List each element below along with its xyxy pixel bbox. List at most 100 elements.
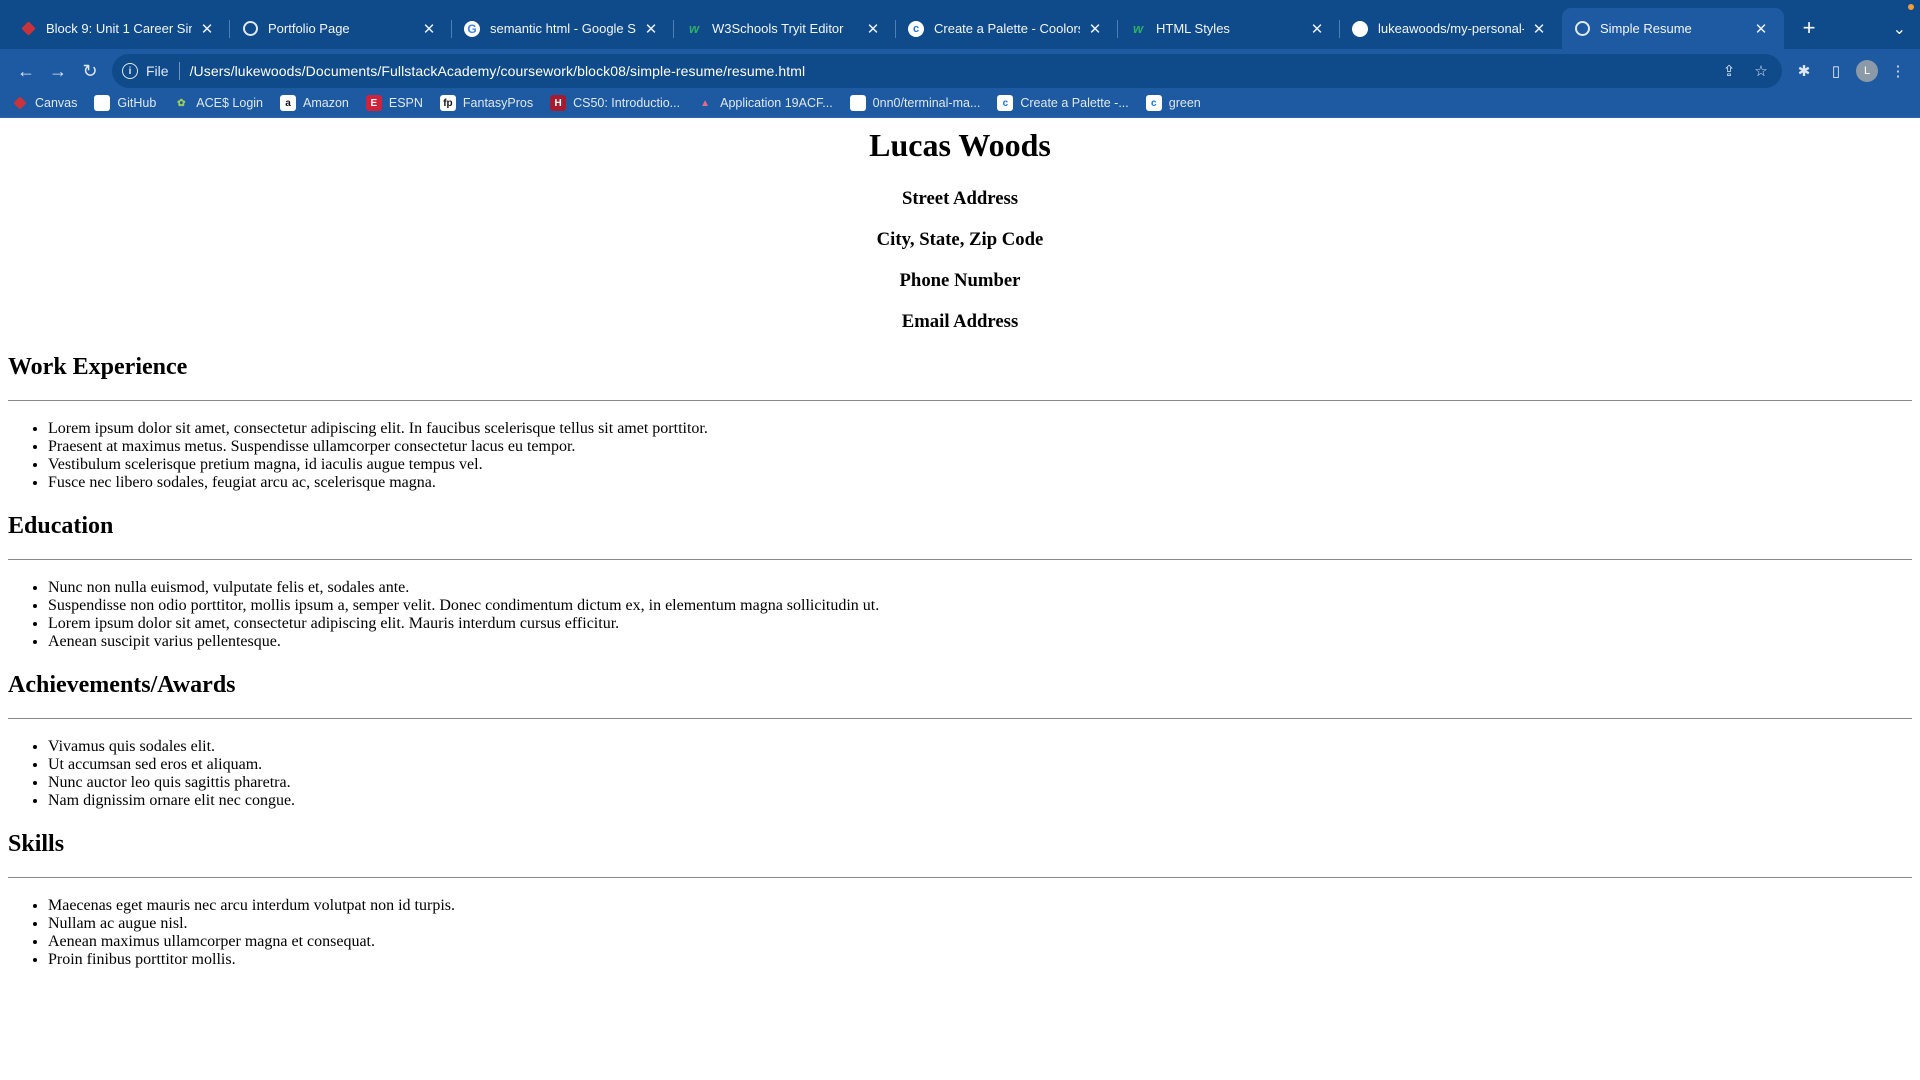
bookmarks-bar: Canvas GitHub ✿ ACE$ Login a Amazon E ES… xyxy=(0,93,1920,118)
share-icon[interactable]: ⇪ xyxy=(1718,62,1740,80)
globe-icon xyxy=(242,21,258,37)
tab-title: semantic html - Google Sea xyxy=(490,21,636,36)
close-icon[interactable]: ✕ xyxy=(1308,20,1326,38)
bookmark-label: ACE$ Login xyxy=(196,96,264,110)
bookmark-label: Amazon xyxy=(303,96,349,110)
globe-icon xyxy=(1574,21,1590,37)
list-item: Lorem ipsum dolor sit amet, consectetur … xyxy=(48,615,1912,633)
close-icon[interactable]: ✕ xyxy=(642,20,660,38)
back-arrow-icon[interactable]: ← xyxy=(10,55,42,87)
amazon-icon: a xyxy=(280,95,297,111)
list-item: Vivamus quis sodales elit. xyxy=(48,738,1912,756)
section-list: Maecenas eget mauris nec arcu interdum v… xyxy=(8,897,1912,969)
info-icon[interactable]: i xyxy=(122,63,138,79)
tab-career-simulation[interactable]: Block 9: Unit 1 Career Simu ✕ xyxy=(8,8,230,49)
bookmark-terminal-repo[interactable]: 0nn0/terminal-ma... xyxy=(849,95,981,111)
tab-google-search[interactable]: G semantic html - Google Sea ✕ xyxy=(452,8,674,49)
bookmark-create-palette[interactable]: c Create a Palette -... xyxy=(997,95,1129,111)
tab-title: W3Schools Tryit Editor xyxy=(712,21,844,36)
section-divider xyxy=(8,718,1912,719)
section-skills: Skills Maecenas eget mauris nec arcu int… xyxy=(8,830,1912,969)
bookmark-label: GitHub xyxy=(117,96,157,110)
url-text[interactable]: /Users/lukewoods/Documents/FullstackAcad… xyxy=(190,63,1708,79)
list-item: Aenean maximus ullamcorper magna et cons… xyxy=(48,933,1912,951)
list-item: Fusce nec libero sodales, feugiat arcu a… xyxy=(48,474,1912,492)
contact-phone: Phone Number xyxy=(899,270,1021,291)
github-icon xyxy=(849,95,866,111)
bookmark-espn[interactable]: E ESPN xyxy=(365,95,423,111)
bookmark-label: FantasyPros xyxy=(462,96,534,110)
w3schools-icon: w xyxy=(688,21,700,36)
new-tab-button[interactable]: + xyxy=(1792,11,1826,45)
forward-arrow-icon[interactable]: → xyxy=(42,55,74,87)
contact-city-state-zip: City, State, Zip Code xyxy=(876,229,1044,250)
tab-title: Portfolio Page xyxy=(268,21,350,36)
bookmark-amazon[interactable]: a Amazon xyxy=(280,95,349,111)
canvas-icon xyxy=(20,21,36,37)
bookmark-green[interactable]: c green xyxy=(1145,95,1201,111)
more-menu-icon[interactable]: ⋮ xyxy=(1886,59,1910,83)
close-icon[interactable]: ✕ xyxy=(1530,20,1548,38)
coolors-icon: c xyxy=(1145,95,1162,111)
section-divider xyxy=(8,559,1912,560)
address-bar[interactable]: i File /Users/lukewoods/Documents/Fullst… xyxy=(112,54,1782,88)
close-icon[interactable]: ✕ xyxy=(1752,20,1770,38)
contact-email: Email Address xyxy=(901,311,1019,332)
tab-github-repo[interactable]: lukeawoods/my-personal-w ✕ xyxy=(1340,8,1562,49)
section-work-experience: Work Experience Lorem ipsum dolor sit am… xyxy=(8,353,1912,492)
list-item: Vestibulum scelerisque pretium magna, id… xyxy=(48,456,1912,474)
list-item: Aenean suscipit varius pellentesque. xyxy=(48,633,1912,651)
bookmark-fantasypros[interactable]: fp FantasyPros xyxy=(439,95,534,111)
star-icon[interactable]: ☆ xyxy=(1750,62,1772,80)
list-item: Nam dignissim ornare elit nec congue. xyxy=(48,792,1912,810)
list-item: Maecenas eget mauris nec arcu interdum v… xyxy=(48,897,1912,915)
coolors-icon: c xyxy=(997,95,1014,111)
contact-street: Street Address xyxy=(901,188,1019,209)
aces-icon: ✿ xyxy=(177,97,186,109)
navigation-toolbar: ← → ↻ i File /Users/lukewoods/Documents/… xyxy=(0,49,1920,93)
side-panel-icon[interactable]: ▯ xyxy=(1824,59,1848,83)
bookmark-cs50[interactable]: H CS50: Introductio... xyxy=(550,95,680,111)
chevron-down-icon[interactable]: ⌄ xyxy=(1893,19,1906,39)
coolors-icon: c xyxy=(908,20,924,37)
section-list: Nunc non nulla euismod, vulputate felis … xyxy=(8,579,1912,651)
section-title: Education xyxy=(8,513,114,539)
cs50-icon: H xyxy=(550,95,567,111)
reload-icon[interactable]: ↻ xyxy=(74,55,106,87)
tab-portfolio-page[interactable]: Portfolio Page ✕ xyxy=(230,8,452,49)
address-divider xyxy=(178,62,180,80)
list-item: Proin finibus porttitor mollis. xyxy=(48,951,1912,969)
list-item: Ut accumsan sed eros et aliquam. xyxy=(48,756,1912,774)
list-item: Nunc non nulla euismod, vulputate felis … xyxy=(48,579,1912,597)
tab-html-styles[interactable]: w HTML Styles ✕ xyxy=(1118,8,1340,49)
tab-coolors-palette[interactable]: c Create a Palette - Coolors ✕ xyxy=(896,8,1118,49)
section-education: Education Nunc non nulla euismod, vulput… xyxy=(8,512,1912,651)
section-achievements-awards: Achievements/Awards Vivamus quis sodales… xyxy=(8,671,1912,810)
section-list: Lorem ipsum dolor sit amet, consectetur … xyxy=(8,420,1912,492)
bookmark-aces-login[interactable]: ✿ ACE$ Login xyxy=(173,95,263,111)
list-item: Praesent at maximus metus. Suspendisse u… xyxy=(48,438,1912,456)
list-item: Nunc auctor leo quis sagittis pharetra. xyxy=(48,774,1912,792)
profile-avatar[interactable]: L xyxy=(1856,60,1878,82)
bookmark-application[interactable]: ▲ Application 19ACF... xyxy=(697,95,833,111)
tab-strip: Block 9: Unit 1 Career Simu ✕ Portfolio … xyxy=(0,0,1920,49)
section-title: Skills xyxy=(8,831,65,857)
tab-title: Create a Palette - Coolors xyxy=(934,21,1080,36)
extensions-icon[interactable]: ✱ xyxy=(1792,59,1816,83)
bookmark-github[interactable]: GitHub xyxy=(94,95,156,111)
close-icon[interactable]: ✕ xyxy=(1086,20,1104,38)
tab-w3schools-tryit[interactable]: w W3Schools Tryit Editor ✕ xyxy=(674,8,896,49)
bookmark-label: green xyxy=(1168,96,1201,110)
resume-name: Lucas Woods xyxy=(869,127,1051,163)
close-icon[interactable]: ✕ xyxy=(864,20,882,38)
close-icon[interactable]: ✕ xyxy=(420,20,438,38)
tab-simple-resume[interactable]: Simple Resume ✕ xyxy=(1562,8,1784,49)
tab-title: lukeawoods/my-personal-w xyxy=(1378,21,1524,36)
bookmark-canvas[interactable]: Canvas xyxy=(12,95,77,111)
close-icon[interactable]: ✕ xyxy=(198,20,216,38)
notification-dot xyxy=(1908,4,1914,10)
section-title: Achievements/Awards xyxy=(8,672,236,698)
bookmark-label: 0nn0/terminal-ma... xyxy=(872,96,981,110)
list-item: Lorem ipsum dolor sit amet, consectetur … xyxy=(48,420,1912,438)
github-icon xyxy=(94,95,111,111)
